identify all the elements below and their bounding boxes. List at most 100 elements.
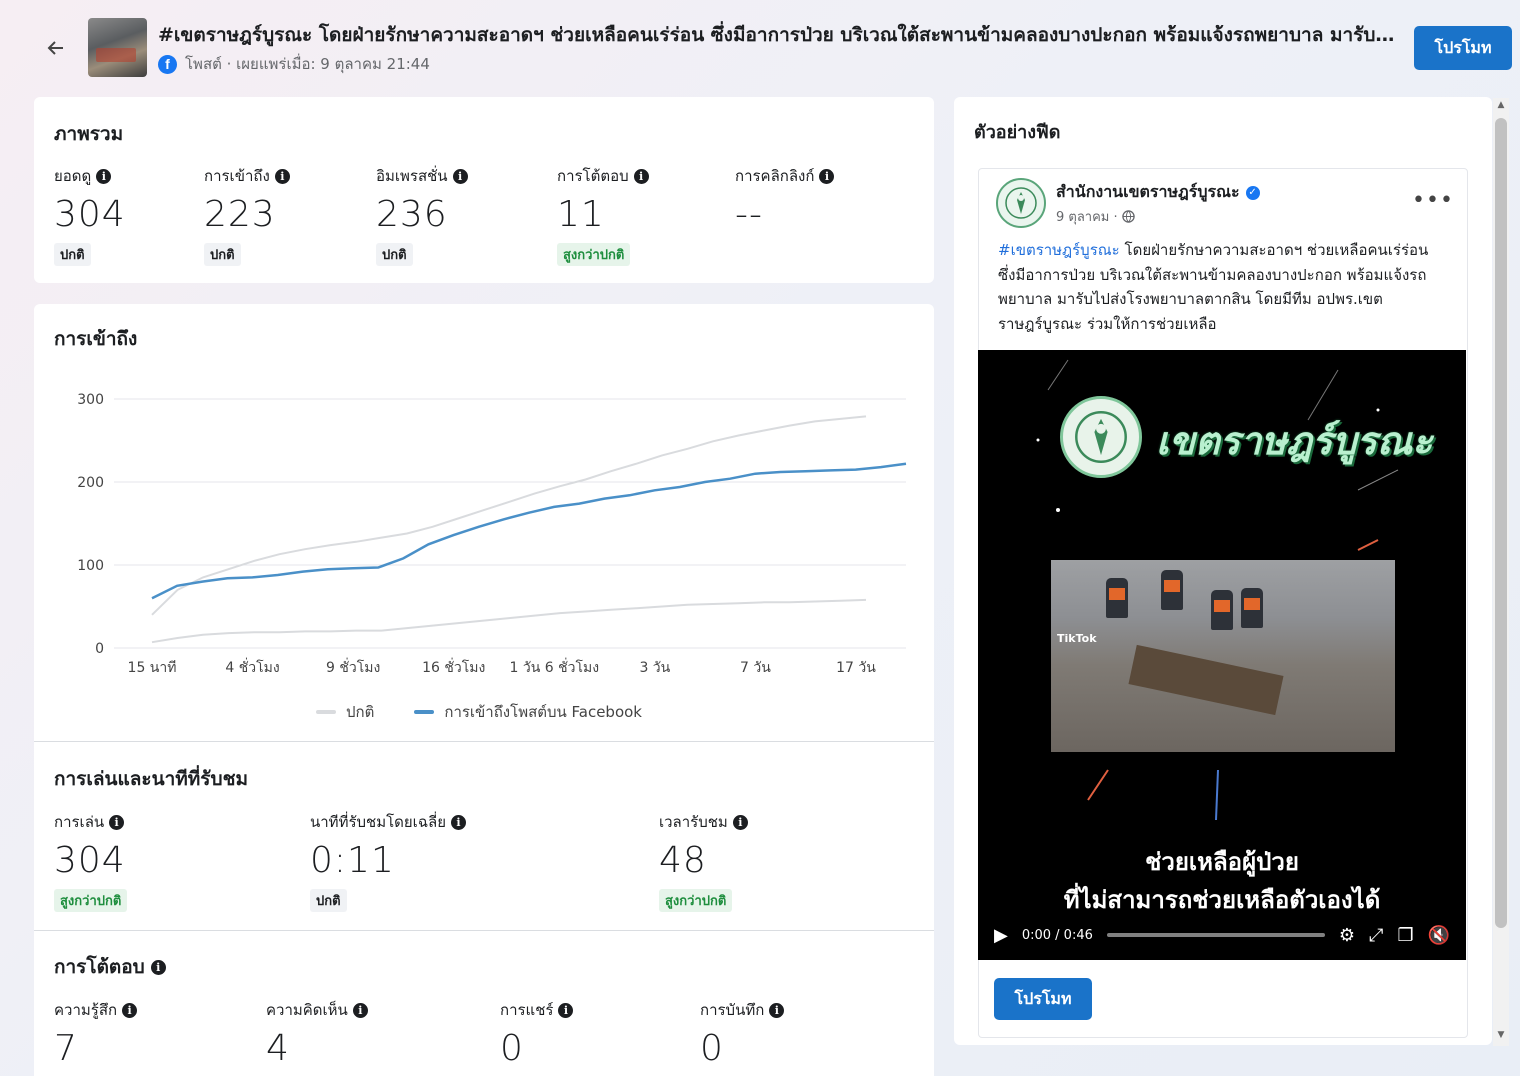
metric-2: อิมเพรสชั่น i 236 ปกติ xyxy=(376,164,468,266)
info-icon[interactable]: i xyxy=(451,814,467,830)
chart-legend: ปกติ การเข้าถึงโพสต์บน Facebook xyxy=(316,700,642,724)
legend-reach-label: การเข้าถึงโพสต์บน Facebook xyxy=(444,703,642,721)
settings-gear-icon[interactable]: ⚙ xyxy=(1339,925,1355,946)
x-tick-label: 1 วัน 6 ชั่วโมง xyxy=(510,658,600,676)
post-title: #เขตราษฎร์บูรณะ โดยฝ่ายรักษาความสะอาดฯ ช… xyxy=(158,24,1398,46)
video-player[interactable]: เขตราษฎร์บูรณะ TikTok ช่วยเหลือผู้ป่วย ท… xyxy=(978,350,1466,960)
metric-label-text: การเข้าถึง xyxy=(204,167,270,185)
info-icon[interactable]: i xyxy=(150,959,166,975)
info-icon[interactable]: i xyxy=(96,168,112,184)
legend-normal[interactable]: ปกติ xyxy=(316,700,374,724)
metric-value: 11 xyxy=(557,194,605,235)
video-caption-1: ช่วยเหลือผู้ป่วย xyxy=(1145,848,1299,876)
page-avatar[interactable] xyxy=(996,178,1046,228)
x-tick-label: 9 ชั่วโมง xyxy=(326,658,380,676)
video-progress-bar[interactable] xyxy=(1106,933,1325,937)
scroll-down-arrow-icon[interactable]: ▼ xyxy=(1495,1030,1507,1040)
info-icon[interactable]: i xyxy=(769,1002,785,1018)
reach-title: การเข้าถึง xyxy=(54,328,138,350)
scrollbar-thumb[interactable] xyxy=(1495,118,1507,928)
post-hashtag[interactable]: #เขตราษฎร์บูรณะ xyxy=(998,241,1120,259)
info-icon[interactable]: i xyxy=(274,168,290,184)
x-tick-label: 3 วัน xyxy=(639,660,670,676)
metric-badge: สูงกว่าปกติ xyxy=(54,889,128,912)
mute-icon[interactable]: 🔇 xyxy=(1428,925,1450,946)
legend-reach-swatch xyxy=(414,710,435,714)
metric-label-text: นาทีที่รับชมโดยเฉลี่ย xyxy=(310,813,447,831)
series-line-normal_lower[interactable] xyxy=(151,598,867,644)
info-icon[interactable]: i xyxy=(122,1002,138,1018)
post-date: 9 ตุลาคม · xyxy=(1056,206,1135,227)
metric-label-text: เวลารับชม xyxy=(659,813,728,831)
metric-label-text: ยอดดู xyxy=(54,167,92,185)
post-date-text: 9 ตุลาคม · xyxy=(1056,210,1118,225)
metric-0: ความรู้สึก i 7 xyxy=(54,998,138,1069)
page-name-text: สำนักงานเขตราษฎร์บูรณะ xyxy=(1056,182,1240,201)
x-tick-label: 7 วัน xyxy=(740,660,771,676)
metric-badge: ปกติ xyxy=(376,243,413,266)
more-options-icon[interactable]: ••• xyxy=(1412,188,1454,213)
metric-label-text: การแชร์ xyxy=(500,1001,554,1019)
legend-normal-label: ปกติ xyxy=(346,703,375,721)
promote-button[interactable]: โปรโมท xyxy=(1414,26,1512,70)
info-icon[interactable]: i xyxy=(819,168,835,184)
metric-label-text: ความคิดเห็น xyxy=(266,1001,348,1019)
series-line-normal_upper[interactable] xyxy=(151,415,867,616)
metric-value: 48 xyxy=(659,840,707,881)
info-icon[interactable]: i xyxy=(452,168,468,184)
overview-title: ภาพรวม xyxy=(54,123,124,145)
legend-reach[interactable]: การเข้าถึงโพสต์บน Facebook xyxy=(414,700,642,724)
info-icon[interactable]: i xyxy=(732,814,748,830)
metric-3: การโต้ตอบ i 11 สูงกว่าปกติ xyxy=(557,164,649,266)
info-icon[interactable]: i xyxy=(558,1002,574,1018)
post-meta: f โพสต์ · เผยแพร่เมื่อ: 9 ตุลาคม 21:44 xyxy=(158,52,430,76)
metric-value: 0 xyxy=(700,1028,724,1069)
info-icon[interactable]: i xyxy=(109,814,125,830)
metric-label: ความคิดเห็น i xyxy=(266,998,368,1022)
promote-preview-button[interactable]: โปรโมท xyxy=(994,978,1092,1020)
arrow-left-icon xyxy=(47,41,63,55)
metric-0: ยอดดู i 304 ปกติ xyxy=(54,164,126,266)
page-name[interactable]: สำนักงานเขตราษฎร์บูรณะ ✓ xyxy=(1056,180,1260,205)
legend-normal-swatch xyxy=(316,710,336,714)
x-tick-label: 16 ชั่วโมง xyxy=(422,658,485,676)
page-logo-icon xyxy=(1005,187,1037,219)
facebook-icon: f xyxy=(158,54,177,74)
info-icon[interactable]: i xyxy=(633,168,649,184)
verified-icon: ✓ xyxy=(1245,185,1260,200)
fullscreen-icon[interactable]: ⤢ xyxy=(1369,925,1383,946)
metric-value: -- xyxy=(735,194,763,235)
play-icon[interactable]: ▶ xyxy=(994,925,1008,946)
metric-label-text: การโต้ตอบ xyxy=(557,167,629,185)
metric-badge: ปกติ xyxy=(204,243,241,266)
interactions-header: การโต้ตอบ i xyxy=(54,952,166,982)
x-tick-label: 15 นาที xyxy=(128,660,177,676)
metric-value: 236 xyxy=(376,194,448,235)
metric-label-text: การคลิกลิงก์ xyxy=(735,167,815,185)
video-brand-text: เขตราษฎร์บูรณะ xyxy=(1156,418,1433,463)
feed-preview-title: ตัวอย่างฟีด xyxy=(974,122,1061,143)
metric-badge: ปกติ xyxy=(310,889,347,912)
metric-label: การเข้าถึง i xyxy=(204,164,290,188)
interactions-title: การโต้ตอบ xyxy=(54,956,145,978)
metric-label: อิมเพรสชั่น i xyxy=(376,164,468,188)
metric-value: 0 xyxy=(500,1028,524,1069)
globe-icon xyxy=(1121,210,1135,223)
metric-4: การคลิกลิงก์ i -- xyxy=(735,164,835,235)
metric-value: 304 xyxy=(54,194,126,235)
picture-in-picture-icon[interactable]: ❐ xyxy=(1397,925,1413,946)
y-tick-label: 200 xyxy=(77,475,104,491)
back-button[interactable] xyxy=(42,34,70,62)
metric-label: เวลารับชม i xyxy=(659,810,748,834)
metric-label-text: อิมเพรสชั่น xyxy=(376,167,448,185)
metric-badge: สูงกว่าปกติ xyxy=(557,243,631,266)
x-tick-label: 4 ชั่วโมง xyxy=(225,658,279,676)
metric-label: ความรู้สึก i xyxy=(54,998,138,1022)
metric-value: 223 xyxy=(204,194,276,235)
scroll-up-arrow-icon[interactable]: ▲ xyxy=(1495,100,1507,110)
series-line-actual[interactable] xyxy=(151,462,907,600)
metric-label: การโต้ตอบ i xyxy=(557,164,649,188)
post-body: #เขตราษฎร์บูรณะ โดยฝ่ายรักษาความสะอาดฯ ช… xyxy=(998,238,1448,336)
metric-label-text: การเล่น xyxy=(54,813,105,831)
info-icon[interactable]: i xyxy=(352,1002,368,1018)
